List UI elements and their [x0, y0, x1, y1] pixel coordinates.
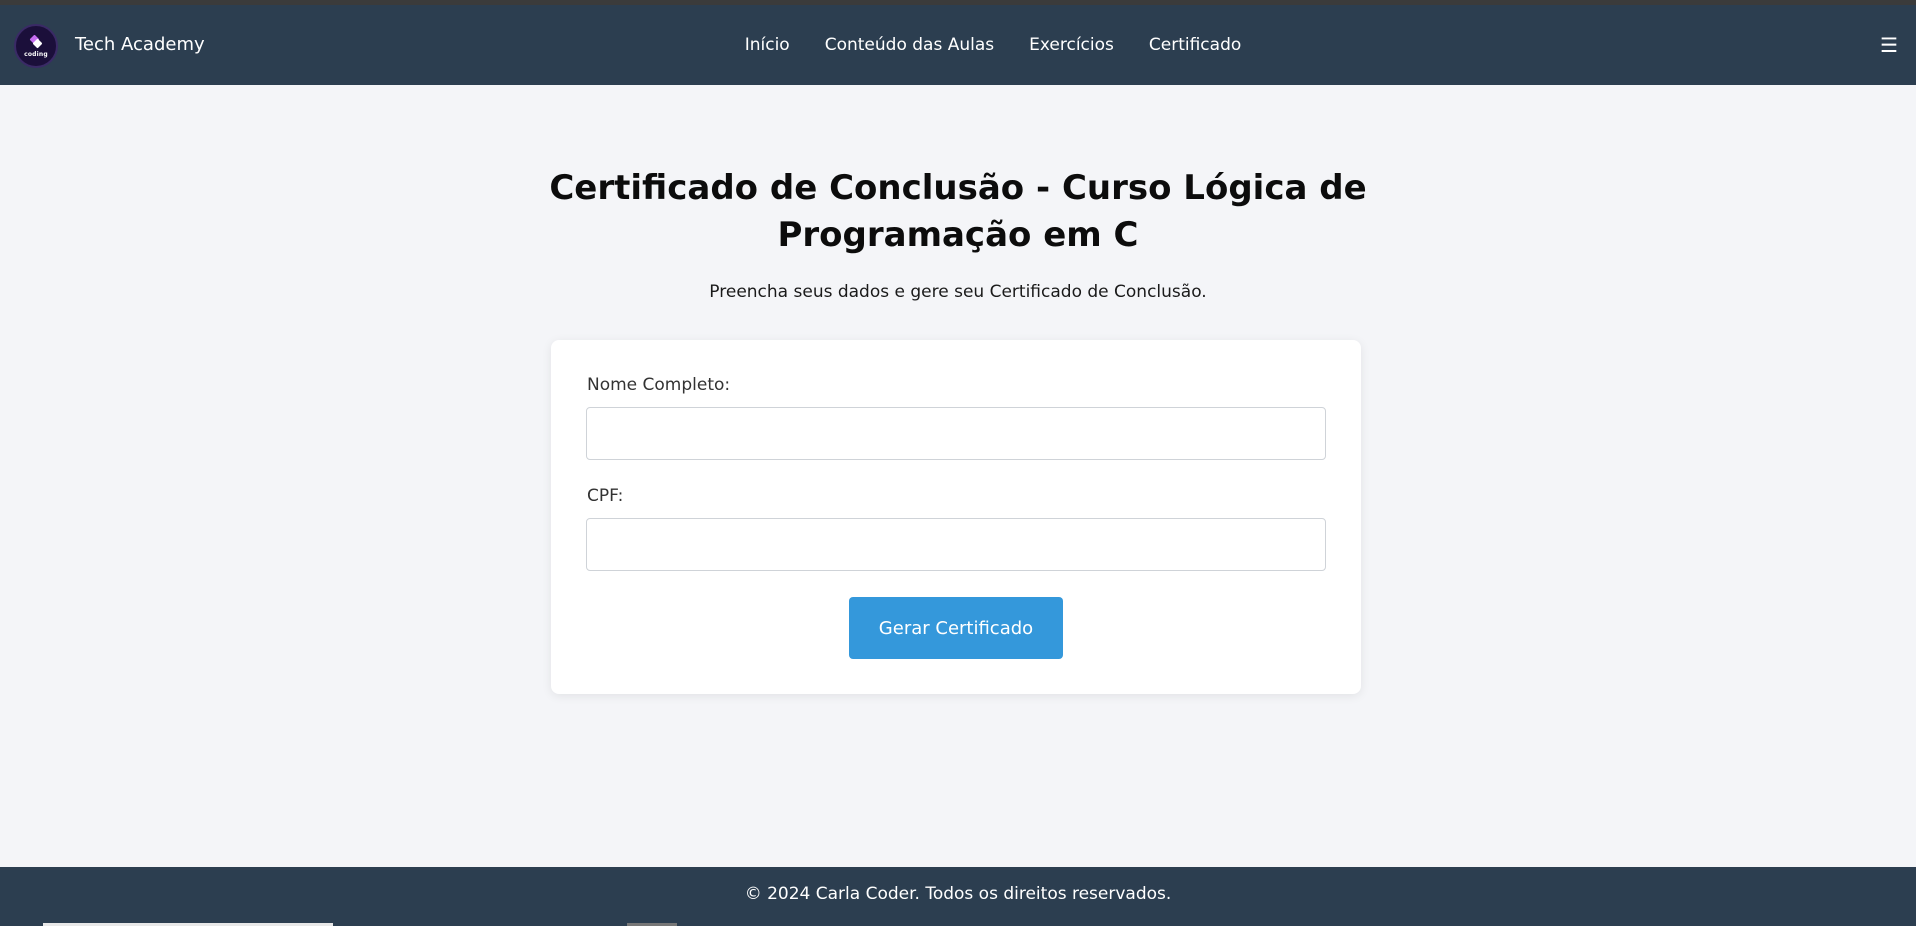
hamburger-menu-icon[interactable]: ☰	[1880, 35, 1898, 55]
generate-certificate-button[interactable]: Gerar Certificado	[849, 597, 1063, 659]
nav-link-conteudo-das-aulas[interactable]: Conteúdo das Aulas	[825, 35, 994, 55]
cpf-input[interactable]	[586, 518, 1326, 571]
name-field-label: Nome Completo:	[587, 375, 731, 395]
certificate-form: Nome Completo: CPF: Gerar Certificado	[551, 340, 1361, 694]
footer: © 2024 Carla Coder. Todos os direitos re…	[0, 867, 1916, 926]
nav-link-certificado[interactable]: Certificado	[1149, 35, 1241, 55]
page-title: Certificado de Conclusão - Curso Lógica …	[0, 165, 1916, 259]
main-content: Certificado de Conclusão - Curso Lógica …	[0, 85, 1916, 867]
full-name-input[interactable]	[586, 407, 1326, 460]
main-navigation: Início Conteúdo das Aulas Exercícios Cer…	[0, 5, 1916, 85]
nav-link-inicio[interactable]: Início	[745, 35, 790, 55]
page-title-line-2: Programação em C	[777, 215, 1139, 255]
navbar: coding Tech Academy Início Conteúdo das …	[0, 5, 1916, 85]
footer-copyright: © 2024 Carla Coder. Todos os direitos re…	[744, 884, 1172, 904]
cpf-field-label: CPF:	[587, 486, 624, 506]
page-title-line-1: Certificado de Conclusão - Curso Lógica …	[549, 168, 1367, 208]
nav-link-exercicios[interactable]: Exercícios	[1029, 35, 1114, 55]
page-subtitle: Preencha seus dados e gere seu Certifica…	[709, 282, 1207, 302]
